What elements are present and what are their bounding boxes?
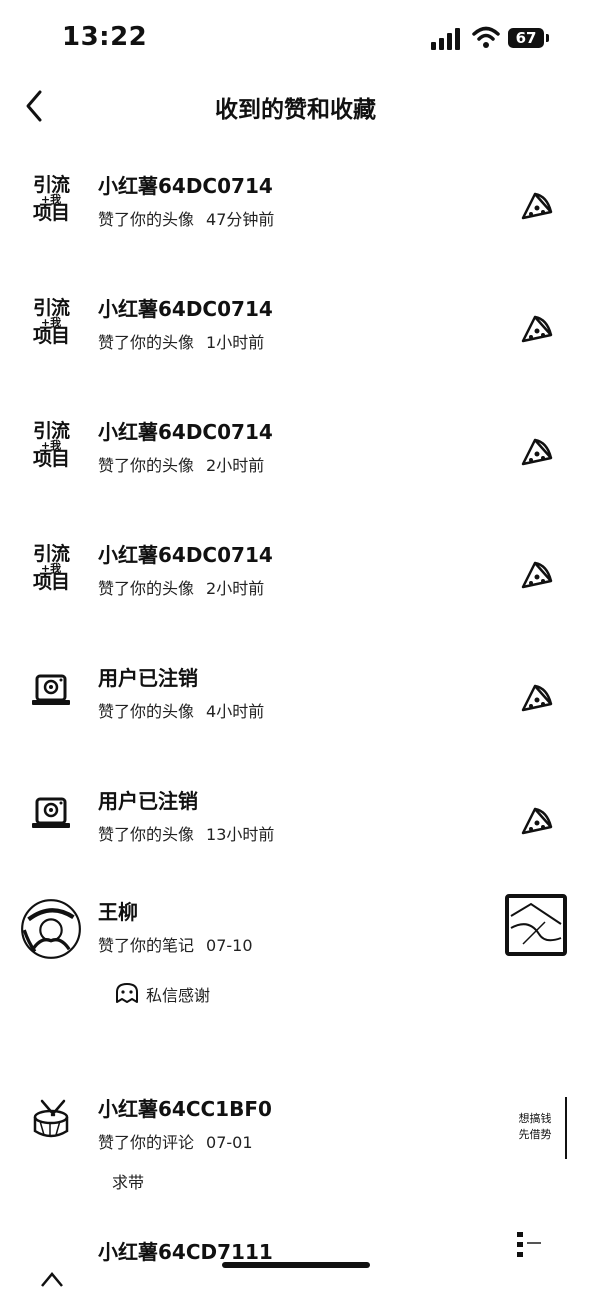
cancelled-user-avatar-icon[interactable] bbox=[22, 785, 80, 843]
list-item[interactable]: 小红薯64CC1BF0 赞了你的评论 07-01 想搞钱 先借势 求带 bbox=[0, 1073, 591, 1228]
status-time: 13:22 bbox=[62, 22, 148, 52]
user-name[interactable]: 小红薯64CD7111 bbox=[98, 1236, 273, 1265]
avatar-line: 引流 bbox=[32, 419, 70, 442]
user-name[interactable]: 王柳 bbox=[98, 896, 138, 925]
drum-avatar-icon[interactable] bbox=[22, 1093, 80, 1151]
action-text: 赞了你的头像 bbox=[98, 333, 195, 352]
text-logo-avatar: 引流 +我 项目 bbox=[22, 293, 80, 351]
action-text: 赞了你的头像 bbox=[98, 702, 195, 721]
message-face-icon bbox=[116, 983, 138, 1003]
timestamp: 47分钟前 bbox=[206, 210, 275, 229]
user-name[interactable]: 用户已注销 bbox=[98, 662, 198, 691]
avatar-line: 引流 bbox=[32, 542, 70, 565]
timestamp: 07-10 bbox=[206, 936, 253, 955]
avatar-line: 引流 bbox=[32, 173, 70, 196]
thank-label: 私信感谢 bbox=[146, 986, 211, 1005]
home-indicator[interactable] bbox=[222, 1262, 370, 1268]
page-title: 收到的赞和收藏 bbox=[215, 97, 376, 123]
activity-description: 赞了你的头像 47分钟前 bbox=[98, 206, 274, 230]
user-name[interactable]: 用户已注销 bbox=[98, 785, 198, 814]
pizza-slice-icon[interactable] bbox=[505, 543, 567, 605]
action-text: 赞了你的头像 bbox=[98, 579, 195, 598]
user-photo-avatar[interactable] bbox=[20, 898, 82, 960]
cellular-signal-icon bbox=[431, 28, 460, 50]
action-text: 赞了你的笔记 bbox=[98, 936, 195, 955]
timestamp: 07-01 bbox=[206, 1133, 253, 1152]
activity-description: 赞了你的评论 07-01 bbox=[98, 1129, 253, 1153]
avatar-line: 项目 bbox=[32, 570, 70, 593]
thumb-text: 先借势 bbox=[518, 1128, 552, 1141]
activity-description: 赞了你的头像 2小时前 bbox=[98, 452, 264, 476]
timestamp: 2小时前 bbox=[206, 579, 265, 598]
list-item[interactable]: 引流 +我 项目 小红薯64DC0714 赞了你的头像 1小时前 bbox=[0, 273, 591, 396]
text-logo-avatar: 引流 +我 项目 bbox=[22, 539, 80, 597]
comment-thumbnail[interactable]: 想搞钱 先借势 bbox=[505, 1097, 567, 1159]
battery-tip bbox=[546, 34, 549, 42]
list-item[interactable]: 小红薯64CD7111 bbox=[0, 1228, 591, 1288]
user-name[interactable]: 小红薯64DC0714 bbox=[98, 416, 273, 445]
list-item[interactable]: 王柳 赞了你的笔记 07-10 私信感谢 bbox=[0, 888, 591, 1073]
avatar-line: 项目 bbox=[32, 447, 70, 470]
pizza-slice-icon[interactable] bbox=[505, 297, 567, 359]
timestamp: 1小时前 bbox=[206, 333, 265, 352]
activity-description: 赞了你的头像 2小时前 bbox=[98, 575, 264, 599]
user-name[interactable]: 小红薯64DC0714 bbox=[98, 293, 273, 322]
list-item[interactable]: 用户已注销 赞了你的头像 13小时前 bbox=[0, 765, 591, 888]
pizza-slice-icon[interactable] bbox=[505, 174, 567, 236]
avatar-line: 项目 bbox=[32, 324, 70, 347]
pizza-slice-icon[interactable] bbox=[505, 789, 567, 851]
user-name[interactable]: 小红薯64CC1BF0 bbox=[98, 1093, 272, 1122]
partial-thumbnail[interactable] bbox=[505, 1230, 567, 1292]
status-bar: 13:22 67 bbox=[0, 0, 591, 78]
timestamp: 4小时前 bbox=[206, 702, 265, 721]
user-name[interactable]: 小红薯64DC0714 bbox=[98, 539, 273, 568]
list-item[interactable]: 引流 +我 项目 小红薯64DC0714 赞了你的头像 2小时前 bbox=[0, 396, 591, 519]
partial-avatar-icon[interactable] bbox=[22, 1246, 80, 1304]
cancelled-user-avatar-icon[interactable] bbox=[22, 662, 80, 720]
action-text: 赞了你的头像 bbox=[98, 210, 195, 229]
list-item[interactable]: 用户已注销 赞了你的头像 4小时前 bbox=[0, 642, 591, 765]
comment-text: 求带 bbox=[112, 1173, 145, 1192]
pizza-slice-icon[interactable] bbox=[505, 420, 567, 482]
nav-bar: 收到的赞和收藏 bbox=[0, 78, 591, 134]
action-text: 赞了你的头像 bbox=[98, 456, 195, 475]
action-text: 赞了你的头像 bbox=[98, 825, 195, 844]
avatar-line: 项目 bbox=[32, 201, 70, 224]
text-logo-avatar: 引流 +我 项目 bbox=[22, 416, 80, 474]
avatar[interactable]: 引流 +我 项目 bbox=[22, 293, 80, 351]
user-name[interactable]: 小红薯64DC0714 bbox=[98, 170, 273, 199]
note-thumbnail[interactable] bbox=[505, 894, 567, 956]
timestamp: 2小时前 bbox=[206, 456, 265, 475]
wifi-icon bbox=[472, 26, 500, 48]
pizza-slice-icon[interactable] bbox=[505, 666, 567, 728]
text-logo-avatar: 引流 +我 项目 bbox=[22, 170, 80, 228]
list-item[interactable]: 引流 +我 项目 小红薯64DC0714 赞了你的头像 2小时前 bbox=[0, 519, 591, 642]
battery-indicator: 67 bbox=[508, 28, 544, 48]
activity-description: 赞了你的头像 13小时前 bbox=[98, 821, 274, 845]
notification-list: 引流 +我 项目 小红薯64DC0714 赞了你的头像 47分钟前 引流 +我 项… bbox=[0, 150, 591, 1288]
avatar[interactable]: 引流 +我 项目 bbox=[22, 539, 80, 597]
thank-via-message-button[interactable]: 私信感谢 bbox=[114, 982, 210, 1006]
activity-description: 赞了你的笔记 07-10 bbox=[98, 932, 253, 956]
action-text: 赞了你的评论 bbox=[98, 1133, 195, 1152]
avatar-line: 引流 bbox=[32, 296, 70, 319]
activity-description: 赞了你的头像 4小时前 bbox=[98, 698, 264, 722]
avatar[interactable]: 引流 +我 项目 bbox=[22, 170, 80, 228]
thumb-text: 想搞钱 bbox=[518, 1112, 552, 1125]
timestamp: 13小时前 bbox=[206, 825, 275, 844]
avatar[interactable]: 引流 +我 项目 bbox=[22, 416, 80, 474]
list-item[interactable]: 引流 +我 项目 小红薯64DC0714 赞了你的头像 47分钟前 bbox=[0, 150, 591, 273]
activity-description: 赞了你的头像 1小时前 bbox=[98, 329, 264, 353]
